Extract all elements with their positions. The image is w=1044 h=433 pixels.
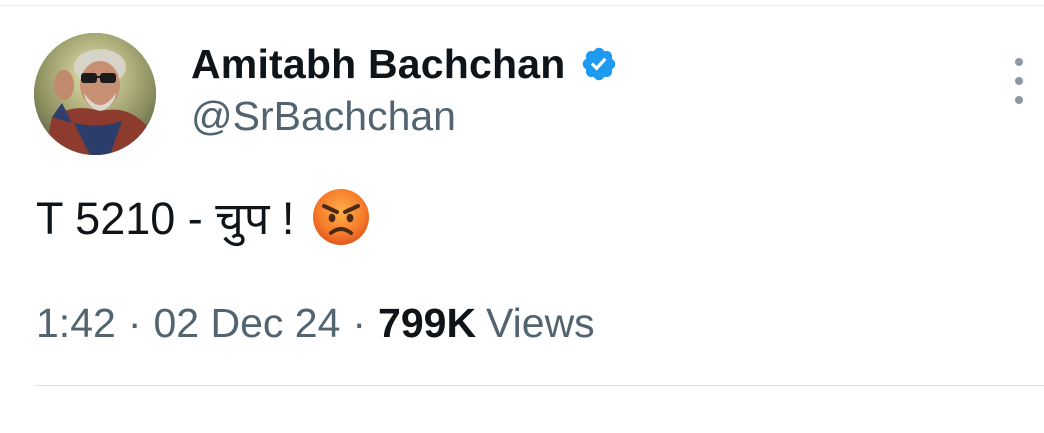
verified-badge-icon	[580, 45, 618, 83]
top-divider	[0, 5, 1044, 6]
meta-separator: ·	[352, 300, 367, 346]
author-name-row: Amitabh Bachchan	[191, 38, 618, 90]
author-handle[interactable]: @SrBachchan	[191, 93, 456, 140]
tweet-body: T 5210 - चुप !	[36, 187, 370, 247]
more-options-button[interactable]	[1004, 58, 1034, 104]
author-display-name[interactable]: Amitabh Bachchan	[191, 41, 566, 88]
tweet-date[interactable]: 02 Dec 24	[153, 300, 340, 347]
avatar-image	[34, 33, 156, 155]
bottom-divider	[34, 385, 1044, 386]
more-dot-icon	[1015, 96, 1023, 104]
more-dot-icon	[1015, 58, 1023, 66]
views-count[interactable]: 799K	[378, 300, 476, 347]
tweet-text: T 5210 - चुप !	[36, 192, 295, 244]
angry-face-icon	[312, 188, 370, 246]
tweet-time[interactable]: 1:42	[36, 300, 116, 347]
views-label: Views	[486, 300, 595, 346]
more-dot-icon	[1015, 77, 1023, 85]
avatar[interactable]	[34, 33, 156, 155]
meta-separator: ·	[127, 300, 142, 346]
tweet-meta: 1:42 · 02 Dec 24 · 799K Views	[36, 300, 595, 347]
